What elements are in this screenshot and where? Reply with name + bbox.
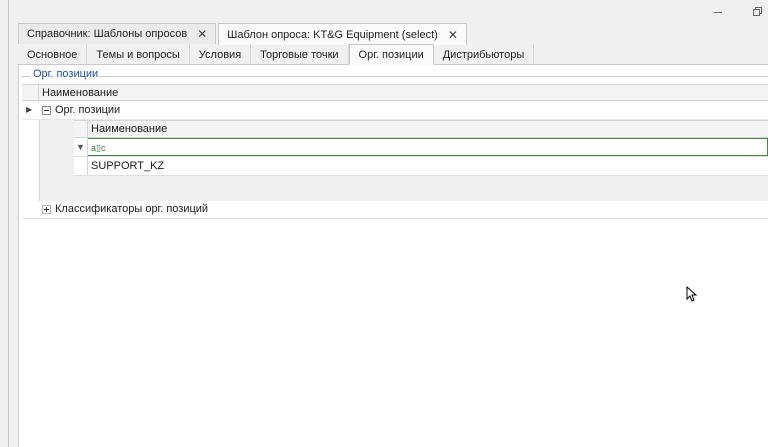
group-box: Орг. позиции — [22, 68, 768, 82]
close-icon[interactable]: ✕ — [448, 28, 458, 42]
minimize-icon[interactable] — [710, 4, 726, 20]
row-label: Классификаторы орг. позиций — [55, 203, 209, 215]
tab-main[interactable]: Основное — [18, 44, 88, 65]
restore-icon[interactable] — [750, 4, 766, 20]
table-row[interactable]: SUPPORT_KZ — [74, 157, 768, 176]
tab-org-positions[interactable]: Орг. позиции — [348, 44, 434, 65]
column-header-name[interactable]: Наименование — [91, 123, 167, 135]
current-row-arrow-icon: ▶ — [26, 105, 33, 114]
inner-tabs: Основное Темы и вопросы Условия Торговые… — [18, 44, 768, 65]
expand-icon[interactable] — [42, 205, 51, 214]
collapse-icon[interactable] — [42, 106, 51, 115]
tab-content: Орг. позиции Наименование ▶ Орг. позиции… — [18, 65, 768, 447]
row-indicator — [74, 157, 88, 175]
doc-tab-label: Шаблон опроса: KT&G Equipment (select) — [227, 28, 438, 41]
table-row[interactable]: ▶ Орг. позиции — [22, 101, 768, 120]
auto-filter-row[interactable]: ▼ a▯c — [74, 138, 768, 157]
detail-grid-header: Наименование — [74, 120, 768, 138]
cell-name: SUPPORT_KZ — [91, 160, 165, 172]
table-row[interactable]: Классификаторы орг. позиций — [22, 201, 768, 219]
tab-topics-questions[interactable]: Темы и вопросы — [87, 44, 190, 65]
close-icon[interactable]: ✕ — [197, 27, 207, 41]
org-positions-grid: Наименование ▶ Орг. позиции Наименование… — [22, 84, 768, 219]
left-panel-splitter[interactable] — [0, 0, 9, 447]
grid-header: Наименование — [22, 84, 768, 101]
detail-view: Наименование ▼ a▯c SUPPORT_KZ — [39, 120, 768, 201]
mouse-cursor-icon — [686, 286, 698, 302]
tab-distributors[interactable]: Дистрибьюторы — [434, 44, 535, 65]
filter-value: a▯c — [91, 143, 106, 153]
row-label: Орг. позиции — [55, 104, 121, 116]
detail-grid: Наименование ▼ a▯c SUPPORT_KZ — [74, 120, 768, 176]
filter-icon: ▼ — [74, 138, 88, 156]
doc-tab-label: Справочник: Шаблоны опросов — [27, 28, 188, 40]
doc-tab-survey-template[interactable]: Шаблон опроса: KT&G Equipment (select) ✕ — [218, 23, 467, 45]
column-header-name[interactable]: Наименование — [42, 87, 118, 99]
group-caption: Орг. позиции — [31, 68, 101, 80]
row-indicator-header — [22, 85, 39, 100]
tab-conditions[interactable]: Условия — [190, 44, 252, 65]
doc-tab-survey-templates[interactable]: Справочник: Шаблоны опросов ✕ — [18, 23, 217, 44]
window-controls — [688, 4, 768, 20]
document-tabs: Справочник: Шаблоны опросов ✕ Шаблон опр… — [18, 23, 469, 45]
filter-input[interactable]: a▯c — [88, 138, 768, 156]
tab-outlets[interactable]: Торговые точки — [251, 44, 349, 65]
row-indicator-header — [74, 121, 88, 137]
